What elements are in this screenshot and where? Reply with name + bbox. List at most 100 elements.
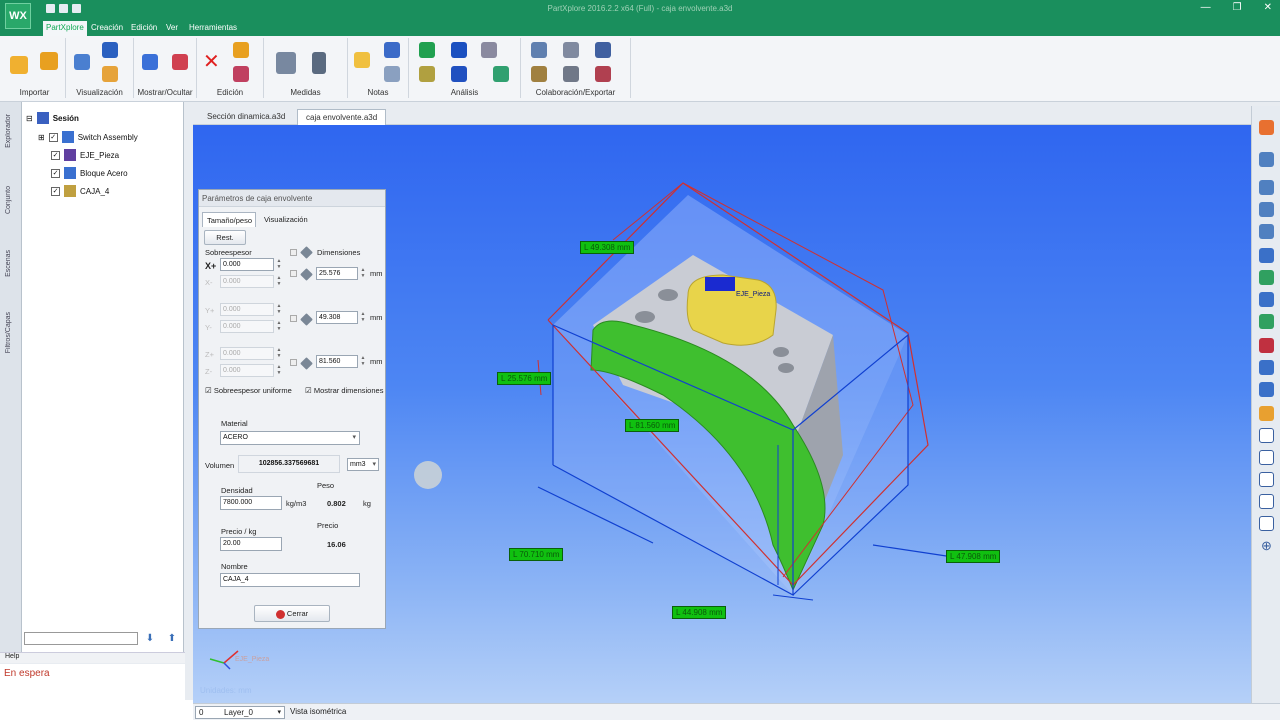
material-select[interactable]: ACERO ▾ [220,431,360,445]
tab-filtros-capas[interactable]: Filtros/Capas [5,312,12,353]
spinner-icon[interactable]: ▲ ▼ [276,258,282,271]
volume-unit-select[interactable]: mm3 ▾ [347,458,379,471]
zoom-in-icon[interactable] [1259,202,1274,217]
tree-root[interactable]: ⊟ Sesión [26,112,79,124]
lock-icon[interactable] [290,315,297,322]
delete-icon[interactable]: ✕ [203,52,220,72]
checkbox-checked-icon[interactable]: ☑ [305,386,312,395]
view-front-icon[interactable] [1259,248,1274,263]
tree-item[interactable]: ✓ EJE_Pieza [51,149,119,161]
oversize-xminus-input[interactable]: 0.000 [220,275,274,288]
lock-icon[interactable] [290,270,297,277]
share-icon[interactable] [531,42,547,58]
import-icon[interactable] [40,52,58,70]
ruler-icon[interactable] [312,52,326,74]
uniform-oversize-checkbox[interactable]: ☑ Sobreespesor uniforme [205,386,292,395]
view-left-icon[interactable] [1259,338,1274,353]
density-input[interactable]: 7800.000 [220,496,282,510]
target-icon[interactable]: ⊕ [1259,538,1274,553]
name-input[interactable]: CAJA_4 [220,573,360,587]
grid-icon[interactable] [1259,516,1274,531]
oversize-yplus-input[interactable]: 0.000 [220,303,274,316]
minimize-icon[interactable]: — [1201,2,1211,13]
section-icon[interactable] [451,42,467,58]
lighting-icon[interactable] [102,66,118,82]
visibility-checkbox[interactable]: ✓ [51,150,60,160]
close-icon[interactable]: ✕ [1264,2,1272,13]
pdf-icon[interactable] [595,66,611,82]
spinner-icon[interactable]: ▲ ▼ [276,364,282,377]
show-icon[interactable] [142,54,158,70]
reset-button[interactable]: Rest. [204,230,246,245]
thickness-icon[interactable] [493,66,509,82]
oversize-zminus-input[interactable]: 0.000 [220,364,274,377]
layer-select[interactable]: 0 Layer_0 ▾ [195,706,285,719]
oversize-xplus-input[interactable]: 0.000 [220,258,274,271]
collapse-icon[interactable]: ⊟ [26,114,33,123]
tab-seccion-dinamica[interactable]: Sección dinamica.a3d [199,109,293,125]
spinner-icon[interactable]: ▲ ▼ [276,303,282,316]
show-dimensions-checkbox[interactable]: ☑ Mostrar dimensiones [305,386,383,395]
tab-tamano-peso[interactable]: Tamaño/peso [202,212,256,227]
analysis-icon[interactable] [419,42,435,58]
menu-creacion[interactable]: Creación [91,23,123,32]
dimension-z-input[interactable]: 81.560 [316,355,358,368]
perspective-icon[interactable] [1259,406,1274,421]
dimension-y-input[interactable]: 49.308 [316,311,358,324]
checkbox-checked-icon[interactable]: ☑ [205,386,212,395]
compare-icon[interactable] [481,42,497,58]
transform-icon[interactable] [233,66,249,82]
dimension-x-input[interactable]: 25.576 [316,267,358,280]
tab-explorador[interactable]: Explorador [5,114,12,148]
menu-partxplore[interactable]: PartXplore [43,21,87,36]
zoom-out-icon[interactable] [1259,224,1274,239]
view-back-icon[interactable] [1259,382,1274,397]
restore-icon[interactable]: ❐ [1233,2,1242,13]
tab-escenas[interactable]: Escenas [5,250,12,277]
arrow-down-icon[interactable]: ⬇ [144,633,156,645]
note-icon[interactable] [354,52,370,68]
annotation-icon[interactable] [384,42,400,58]
arrow-up-icon[interactable]: ⬆ [166,633,178,645]
spinner-icon[interactable]: ▲ ▼ [276,347,282,360]
visibility-checkbox[interactable]: ✓ [51,168,60,178]
spinner-icon[interactable]: ▲ ▼ [276,320,282,333]
hide-icon[interactable] [172,54,188,70]
draft-icon[interactable] [451,66,467,82]
tab-caja-envolvente[interactable]: caja envolvente.a3d [297,109,387,125]
single-view-icon[interactable] [1259,428,1274,443]
lock-icon[interactable] [290,359,297,366]
export-icon[interactable] [595,42,611,58]
split-vertical-icon[interactable] [1259,450,1274,465]
close-dialog-button[interactable]: Cerrar [254,605,330,622]
spinner-icon[interactable]: ▲ ▼ [360,267,366,280]
bounding-box-icon[interactable] [419,66,435,82]
menu-ver[interactable]: Ver [166,23,178,32]
visibility-checkbox[interactable]: ✓ [48,132,58,142]
publish-icon[interactable] [563,42,579,58]
tree-search-input[interactable] [24,632,138,645]
panel-splitter[interactable] [185,102,193,700]
spinner-icon[interactable]: ▲ ▼ [360,311,366,324]
shading-icon[interactable] [102,42,118,58]
package-icon[interactable] [531,66,547,82]
price-per-kg-input[interactable]: 20.00 [220,537,282,551]
menu-herramientas[interactable]: Herramientas [189,23,237,32]
text-icon[interactable] [384,66,400,82]
camera-icon[interactable] [563,66,579,82]
tab-conjunto[interactable]: Conjunto [5,186,12,214]
lock-icon[interactable] [290,249,297,256]
oversize-yminus-input[interactable]: 0.000 [220,320,274,333]
view-top-icon[interactable] [1259,292,1274,307]
view-bottom-icon[interactable] [1259,360,1274,375]
tree-item[interactable]: ✓ Bloque Acero [51,167,128,179]
app-logo[interactable]: WX [5,3,31,29]
oversize-zplus-input[interactable]: 0.000 [220,347,274,360]
split-horizontal-icon[interactable] [1259,472,1274,487]
spinner-icon[interactable]: ▲ ▼ [276,275,282,288]
render-icon[interactable] [74,54,90,70]
zoom-fit-icon[interactable] [1259,152,1274,167]
four-views-icon[interactable] [1259,494,1274,509]
tree-item[interactable]: ✓ CAJA_4 [51,185,109,197]
view-iso-icon[interactable] [1259,270,1274,285]
